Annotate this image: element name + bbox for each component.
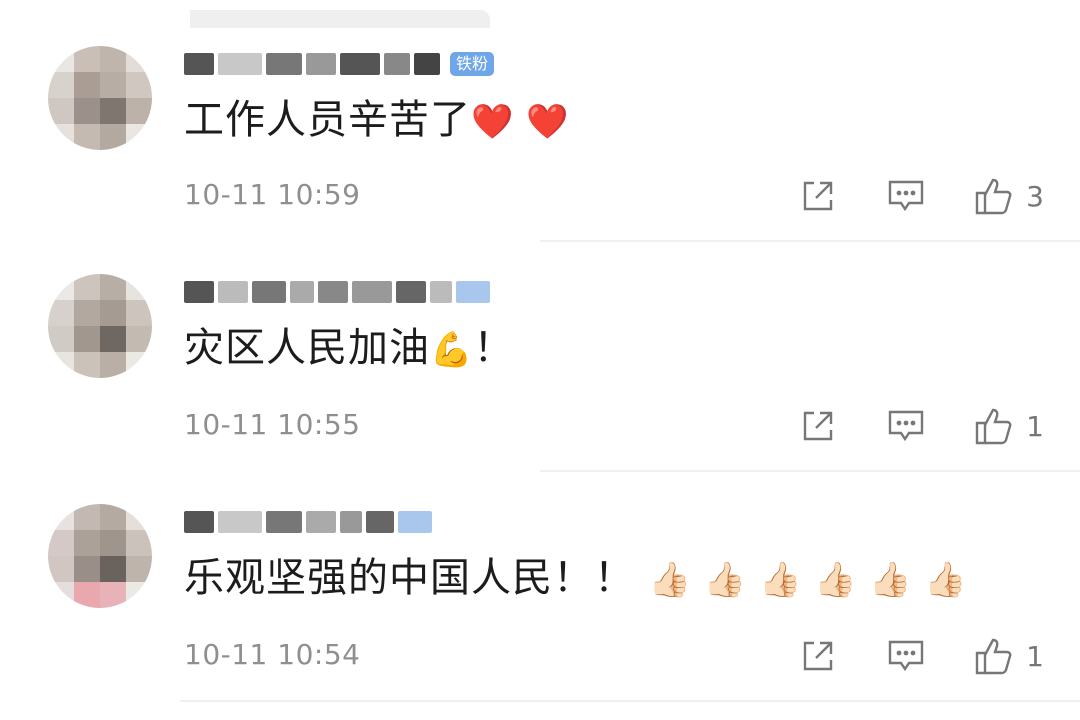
separator	[180, 700, 1080, 702]
share-icon	[803, 181, 833, 211]
thumbs-up-emoji: 👍🏻 👍🏻 👍🏻 👍🏻 👍🏻 👍🏻	[648, 560, 968, 600]
username-blurred[interactable]	[184, 511, 432, 533]
comment-item: 铁粉 工作人员辛苦了❤️ ❤️ 10-11 10:59 3	[0, 42, 1080, 242]
fan-badge: 铁粉	[450, 52, 495, 76]
separator	[540, 240, 1080, 242]
like-count: 1	[1026, 639, 1044, 673]
comment-text-body: 灾区人民加油	[184, 325, 430, 371]
share-button[interactable]	[798, 176, 838, 216]
avatar[interactable]	[48, 46, 152, 150]
comment-actions: 1	[750, 636, 1044, 676]
comment-icon	[888, 640, 924, 672]
share-icon	[803, 411, 833, 441]
share-button[interactable]	[798, 636, 838, 676]
comment-button[interactable]	[886, 176, 926, 216]
share-icon	[803, 641, 833, 671]
comment-actions: 1	[750, 406, 1044, 446]
comment-time: 10-11 10:55	[184, 408, 361, 441]
avatar[interactable]	[48, 274, 152, 378]
comment-text-body: 工作人员辛苦了	[184, 97, 471, 143]
comment-item: 乐观坚强的中国人民！！ 👍🏻 👍🏻 👍🏻 👍🏻 👍🏻 👍🏻 10-11 10:5…	[0, 500, 1080, 700]
username-row	[184, 500, 432, 544]
comment-icon	[888, 180, 924, 212]
thumbs-up-icon	[975, 408, 1012, 445]
comment-time: 10-11 10:54	[184, 638, 361, 671]
comment-text: 灾区人民加油💪！	[184, 322, 514, 376]
like-button[interactable]: 3	[974, 176, 1044, 216]
flexed-biceps-emoji: 💪	[430, 330, 474, 370]
comment-text: 乐观坚强的中国人民！！ 👍🏻 👍🏻 👍🏻 👍🏻 👍🏻 👍🏻	[184, 552, 968, 606]
like-button[interactable]: 1	[974, 406, 1044, 446]
like-button[interactable]: 1	[974, 636, 1044, 676]
heart-emoji: ❤️ ❤️	[471, 102, 570, 142]
like-count: 3	[1026, 179, 1044, 213]
comment-text-suffix: ！	[473, 325, 515, 371]
comment-button[interactable]	[886, 406, 926, 446]
like-count: 1	[1026, 409, 1044, 443]
avatar[interactable]	[48, 504, 152, 608]
comment-button[interactable]	[886, 636, 926, 676]
username-blurred[interactable]	[184, 281, 490, 303]
comment-time: 10-11 10:59	[184, 178, 361, 211]
separator	[540, 470, 1080, 472]
comment-text-body: 乐观坚强的中国人民！！	[184, 555, 635, 601]
username-row	[184, 270, 490, 314]
comment-icon	[888, 410, 924, 442]
username-blurred[interactable]	[184, 53, 440, 75]
comment-item: 灾区人民加油💪！ 10-11 10:55 1	[0, 270, 1080, 470]
comment-text: 工作人员辛苦了❤️ ❤️	[184, 94, 569, 148]
username-row: 铁粉	[184, 42, 495, 86]
comment-actions: 3	[750, 176, 1044, 216]
thumbs-up-icon	[975, 178, 1012, 215]
top-bar-fragment	[190, 10, 490, 28]
share-button[interactable]	[798, 406, 838, 446]
thumbs-up-icon	[975, 638, 1012, 675]
